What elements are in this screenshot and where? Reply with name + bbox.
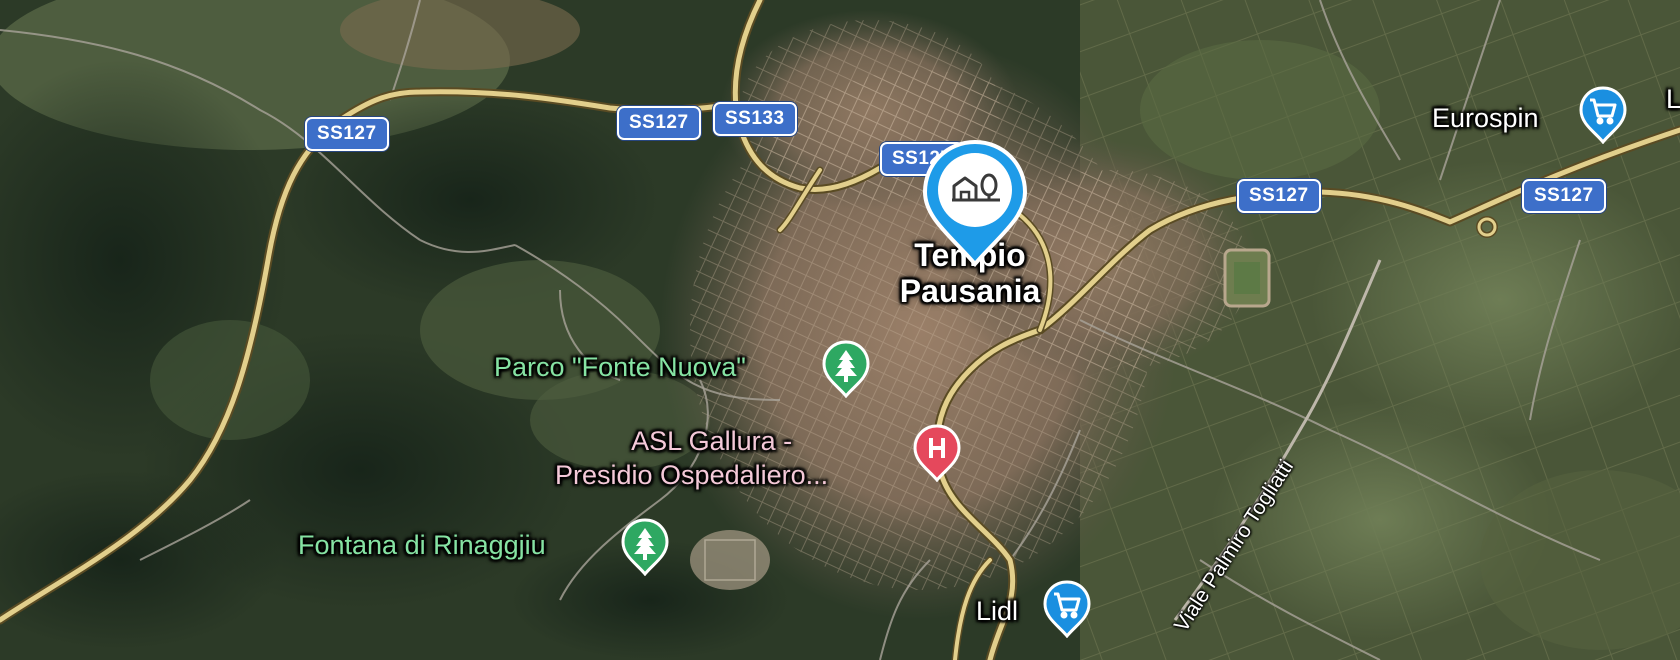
place-label-lidl[interactable]: Lidl xyxy=(976,596,1018,627)
shop-marker-eurospin[interactable] xyxy=(1579,86,1627,144)
city-name-line2: Pausania xyxy=(899,273,1041,309)
asl-label-line2: Presidio Ospedaliero... xyxy=(555,460,829,490)
road-shield-ss127[interactable]: SS127 xyxy=(1237,179,1321,213)
road-shield-ss127[interactable]: SS127 xyxy=(1522,179,1606,213)
road-shield-ss127[interactable]: SS127 xyxy=(617,106,701,140)
shop-marker-lidl[interactable] xyxy=(1043,580,1091,638)
hospital-marker-asl-gallura[interactable] xyxy=(913,424,961,482)
place-label-eurospin[interactable]: Eurospin xyxy=(1432,103,1539,134)
asl-label-line1: ASL Gallura - xyxy=(631,426,793,456)
road-shield-ss133[interactable]: SS133 xyxy=(713,102,797,136)
city-location-pin[interactable] xyxy=(921,138,1029,268)
place-label-parco-fonte-nuova[interactable]: Parco "Fonte Nuova" xyxy=(494,352,746,383)
satellite-imagery[interactable] xyxy=(0,0,1680,660)
place-label-asl-gallura[interactable]: ASL Gallura - Presidio Ospedaliero... xyxy=(555,424,828,492)
park-marker-parco-fonte-nuova[interactable] xyxy=(822,340,870,398)
place-label-fontana-di-rinaggjiu[interactable]: Fontana di Rinaggjiu xyxy=(298,530,546,561)
park-marker-fontana-di-rinaggjiu[interactable] xyxy=(621,518,669,576)
place-label-edge-cut[interactable]: L xyxy=(1666,84,1680,115)
map-view[interactable]: SS127 SS127 SS133 SS127 SS127 SS127 Vial… xyxy=(0,0,1680,660)
road-shield-ss127[interactable]: SS127 xyxy=(305,117,389,151)
